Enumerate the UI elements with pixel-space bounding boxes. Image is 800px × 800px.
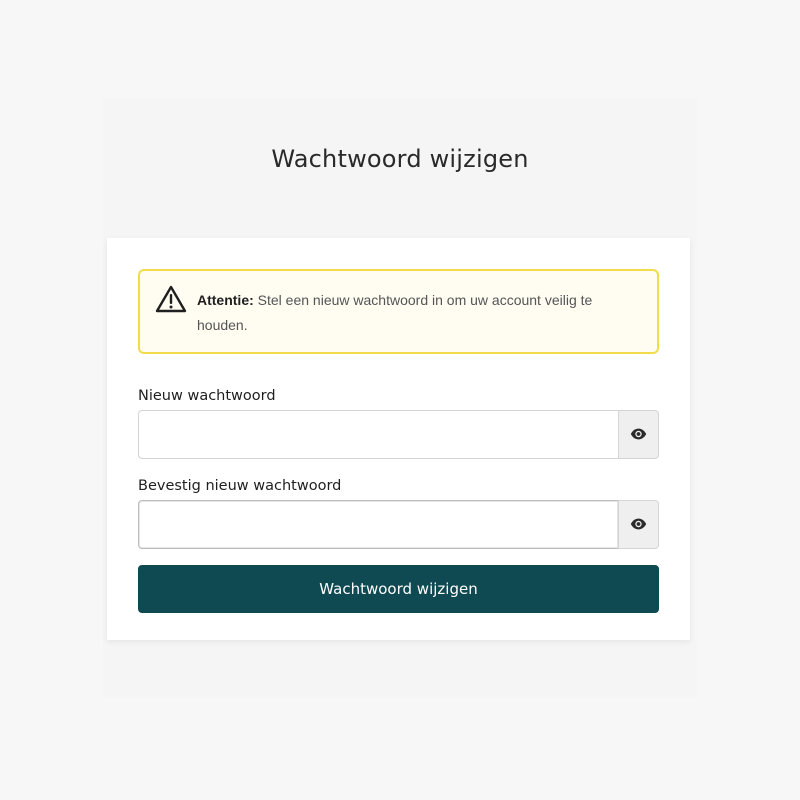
alert-message: Attentie: Stel een nieuw wachtwoord in o… <box>197 288 637 338</box>
confirm-password-toggle-button[interactable] <box>618 500 659 549</box>
alert-label: Attentie: <box>197 292 254 308</box>
confirm-password-group <box>138 500 659 549</box>
eye-icon <box>630 425 647 444</box>
new-password-toggle-button[interactable] <box>618 410 659 459</box>
change-password-button[interactable]: Wachtwoord wijzigen <box>138 565 659 613</box>
new-password-input[interactable] <box>138 410 618 459</box>
new-password-group <box>138 410 659 459</box>
eye-icon <box>630 515 647 534</box>
confirm-password-label: Bevestig nieuw wachtwoord <box>138 478 342 494</box>
page: Wachtwoord wijzigen Attentie: Stel een n… <box>0 0 800 800</box>
page-title: Wachtwoord wijzigen <box>271 145 529 173</box>
warning-triangle-icon <box>155 285 187 313</box>
alert-body: Stel een nieuw wachtwoord in om uw accou… <box>197 292 593 333</box>
confirm-password-input[interactable] <box>138 500 618 549</box>
password-form-card: Attentie: Stel een nieuw wachtwoord in o… <box>107 238 690 640</box>
attention-alert: Attentie: Stel een nieuw wachtwoord in o… <box>138 269 659 354</box>
new-password-label: Nieuw wachtwoord <box>138 388 276 404</box>
